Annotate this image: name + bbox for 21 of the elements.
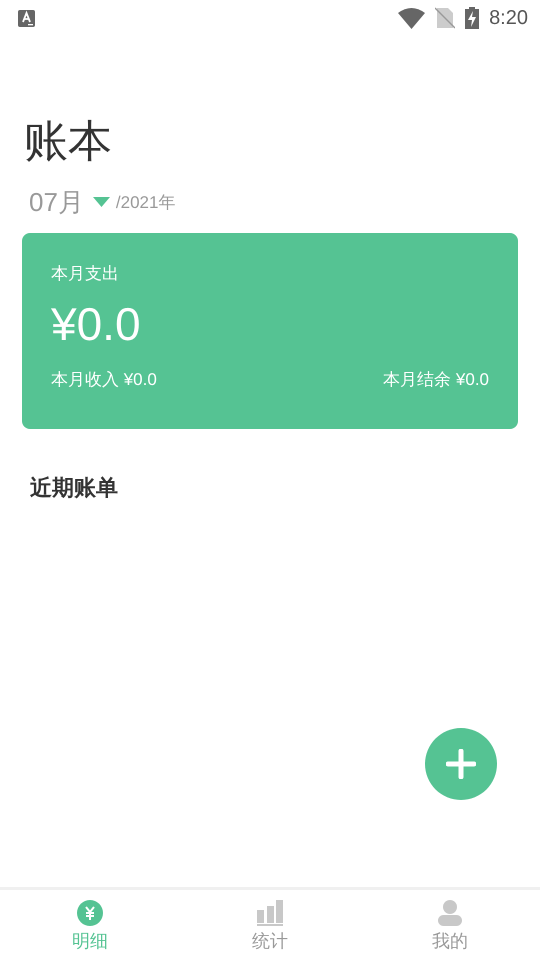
bar-chart-icon (256, 900, 284, 926)
nav-tab[interactable]: 统计 (180, 890, 360, 960)
month-selector[interactable]: 07月 (29, 184, 84, 220)
nav-tab[interactable]: 我的 (360, 890, 540, 960)
clock-time: 8:20 (489, 6, 528, 30)
battery-charging-icon (465, 7, 480, 29)
expense-amount: ¥0.0 (51, 297, 142, 352)
page-title: 账本 (24, 116, 113, 168)
keyboard-notification-icon (18, 10, 35, 26)
balance-text: 本月结余 ¥0.0 (383, 369, 489, 391)
plus-icon (446, 749, 476, 779)
dropdown-caret-icon[interactable] (92, 197, 110, 207)
year-label: /2021年 (116, 192, 176, 214)
person-icon (438, 900, 462, 926)
section-title: 近期账单 (30, 474, 119, 502)
income-text: 本月收入 ¥0.0 (51, 369, 157, 391)
nav-tab[interactable]: 明细 (0, 890, 180, 960)
wifi-icon (398, 8, 426, 28)
expense-label: 本月支出 (51, 263, 120, 285)
yuan-icon (77, 900, 103, 926)
no-sim-icon (435, 7, 456, 29)
